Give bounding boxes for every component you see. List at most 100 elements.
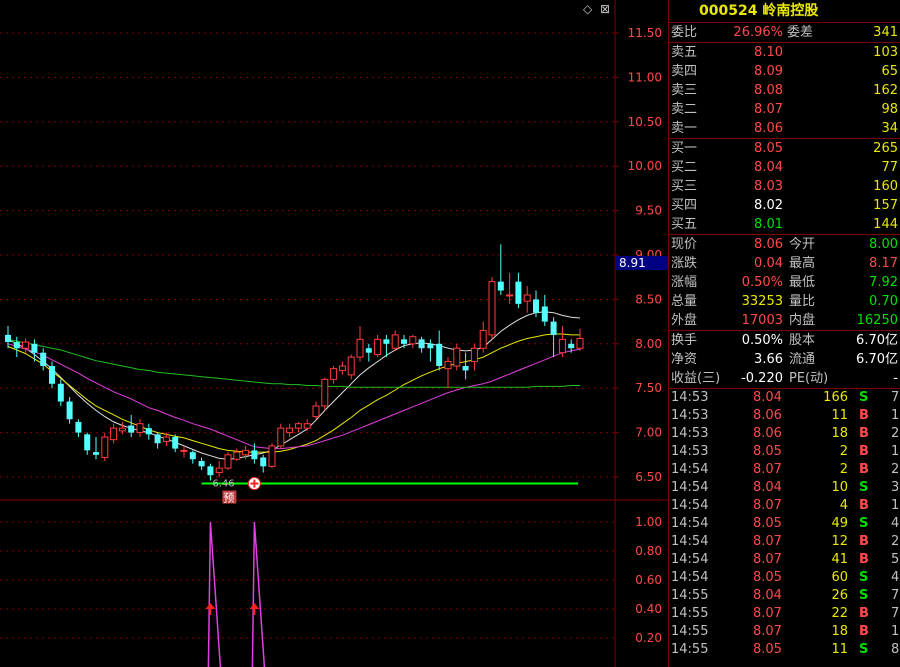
candle-body[interactable] xyxy=(40,352,47,366)
candle-body[interactable] xyxy=(541,306,548,322)
candle-body[interactable] xyxy=(374,338,382,355)
candle-body[interactable] xyxy=(57,383,64,402)
candle-body[interactable] xyxy=(198,461,205,467)
candle-body[interactable] xyxy=(251,450,258,460)
ask-row[interactable]: 卖五 8.10 103 xyxy=(669,43,900,62)
ask-row[interactable]: 卖三 8.08 162 xyxy=(669,81,900,100)
candle-body[interactable] xyxy=(277,427,285,447)
candle-body[interactable] xyxy=(453,347,461,367)
candle-body[interactable] xyxy=(303,423,311,429)
candle-body[interactable] xyxy=(136,423,144,434)
candle-body[interactable] xyxy=(568,343,575,349)
candle-body[interactable] xyxy=(462,366,469,371)
tick-row[interactable]: 14:55 8.05 11 S 8 xyxy=(669,641,900,659)
candle-body[interactable] xyxy=(391,334,399,349)
candle-body[interactable] xyxy=(523,294,531,302)
book-volume: 65 xyxy=(881,64,898,79)
candle-body[interactable] xyxy=(93,452,99,455)
bid-row[interactable]: 买五 8.01 144 xyxy=(669,215,900,234)
tick-row[interactable]: 14:54 8.07 4 B 1 xyxy=(669,497,900,515)
tick-row[interactable]: 14:54 8.07 12 B 2 xyxy=(669,533,900,551)
candle-body[interactable] xyxy=(215,467,223,474)
candle-body[interactable] xyxy=(558,338,566,354)
candle-body[interactable] xyxy=(488,281,496,336)
candle-body[interactable] xyxy=(260,457,267,467)
candle-body[interactable] xyxy=(347,356,355,376)
tick-row[interactable]: 14:54 8.04 10 S 3 xyxy=(669,479,900,497)
candle-body[interactable] xyxy=(75,421,82,433)
candle-body[interactable] xyxy=(418,339,425,349)
tick-list[interactable]: 14:53 8.04 166 S 7 14:53 8.06 11 B 1 14:53 8.06 18 B 2… xyxy=(669,389,900,659)
tick-row[interactable]: 14:53 8.06 11 B 1 xyxy=(669,407,900,425)
candle-body[interactable] xyxy=(128,425,135,433)
candle-body[interactable] xyxy=(401,339,407,344)
candle-body[interactable] xyxy=(5,334,11,343)
candle-body[interactable] xyxy=(506,294,514,297)
tick-row[interactable]: 14:55 8.04 26 S 7 xyxy=(669,587,900,605)
candle-body[interactable] xyxy=(436,343,443,366)
bid-row[interactable]: 买二 8.04 77 xyxy=(669,158,900,177)
tick-row[interactable]: 14:54 8.07 41 B 5 xyxy=(669,551,900,569)
candle-body[interactable] xyxy=(330,368,338,380)
kline-chart-area[interactable]: 11.50 11.00 10.50 10.00 9.50 9.00 8.50 8.00 7.50… xyxy=(0,0,668,667)
candle-body[interactable] xyxy=(180,449,188,452)
tick-row[interactable]: 14:54 8.05 60 S 4 xyxy=(669,569,900,587)
candle-body[interactable] xyxy=(312,405,320,418)
ask-row[interactable]: 卖二 8.07 98 xyxy=(669,100,900,119)
candle-body[interactable] xyxy=(145,428,152,435)
close-icon[interactable]: ⊠ xyxy=(600,2,610,16)
stock-title[interactable]: 000524 岭南控股 xyxy=(669,0,900,23)
candle-body[interactable] xyxy=(118,427,126,432)
bid-row[interactable]: 买四 8.02 157 xyxy=(669,196,900,215)
candle-body[interactable] xyxy=(189,452,196,460)
tick-row[interactable]: 14:55 8.07 18 B 1 xyxy=(669,623,900,641)
candle-body[interactable] xyxy=(154,434,161,444)
candle-body[interactable] xyxy=(84,434,91,451)
candle-body[interactable] xyxy=(321,378,329,407)
candle-body[interactable] xyxy=(101,436,109,458)
diamond-icon[interactable]: ◇ xyxy=(583,2,593,16)
candle-body[interactable] xyxy=(294,423,302,429)
candle-body[interactable] xyxy=(576,337,584,349)
candle-body[interactable] xyxy=(383,339,390,344)
tick-row[interactable]: 14:54 8.05 49 S 4 xyxy=(669,515,900,533)
candle-body[interactable] xyxy=(13,342,20,349)
ask-row[interactable]: 卖一 8.06 34 xyxy=(669,119,900,138)
candle-body[interactable] xyxy=(268,445,276,467)
candle-body[interactable] xyxy=(233,451,241,460)
candle-body[interactable] xyxy=(470,347,478,363)
candle-body[interactable] xyxy=(207,466,214,476)
candle-body[interactable] xyxy=(162,436,170,442)
tick-row[interactable]: 14:54 8.07 2 B 2 xyxy=(669,461,900,479)
candle-body[interactable] xyxy=(49,366,55,384)
candle-body[interactable] xyxy=(365,348,372,353)
indicator-tick-label: 0.20 xyxy=(635,631,662,645)
candle-body[interactable] xyxy=(286,427,294,434)
candle-body[interactable] xyxy=(110,427,118,441)
candle-body[interactable] xyxy=(533,299,539,313)
tick-row[interactable]: 14:53 8.05 2 B 1 xyxy=(669,443,900,461)
tick-time: 14:55 xyxy=(671,588,709,603)
candle-body[interactable] xyxy=(497,281,504,291)
tick-row[interactable]: 14:55 8.07 22 B 7 xyxy=(669,605,900,623)
kline-chart[interactable]: 11.5011.0010.5010.009.509.008.508.007.50… xyxy=(0,0,668,667)
candle-body[interactable] xyxy=(31,343,38,353)
candle-body[interactable] xyxy=(515,281,522,304)
candle-body[interactable] xyxy=(172,437,179,449)
candle-body[interactable] xyxy=(427,343,434,349)
candle-body[interactable] xyxy=(356,338,364,358)
candle-body[interactable] xyxy=(242,449,250,456)
candle-body[interactable] xyxy=(409,336,417,345)
candle-body[interactable] xyxy=(338,365,346,371)
tick-row[interactable]: 14:53 8.06 18 B 2 xyxy=(669,425,900,443)
bid-row[interactable]: 买一 8.05 265 xyxy=(669,139,900,158)
candle-body[interactable] xyxy=(444,361,452,370)
bid-row[interactable]: 买三 8.03 160 xyxy=(669,177,900,196)
candle-body[interactable] xyxy=(66,401,73,420)
candle-body[interactable] xyxy=(22,341,30,349)
candle-body[interactable] xyxy=(479,329,487,349)
candle-body[interactable] xyxy=(550,321,557,335)
candle-body[interactable] xyxy=(224,454,232,469)
tick-row[interactable]: 14:53 8.04 166 S 7 xyxy=(669,389,900,407)
ask-row[interactable]: 卖四 8.09 65 xyxy=(669,62,900,81)
